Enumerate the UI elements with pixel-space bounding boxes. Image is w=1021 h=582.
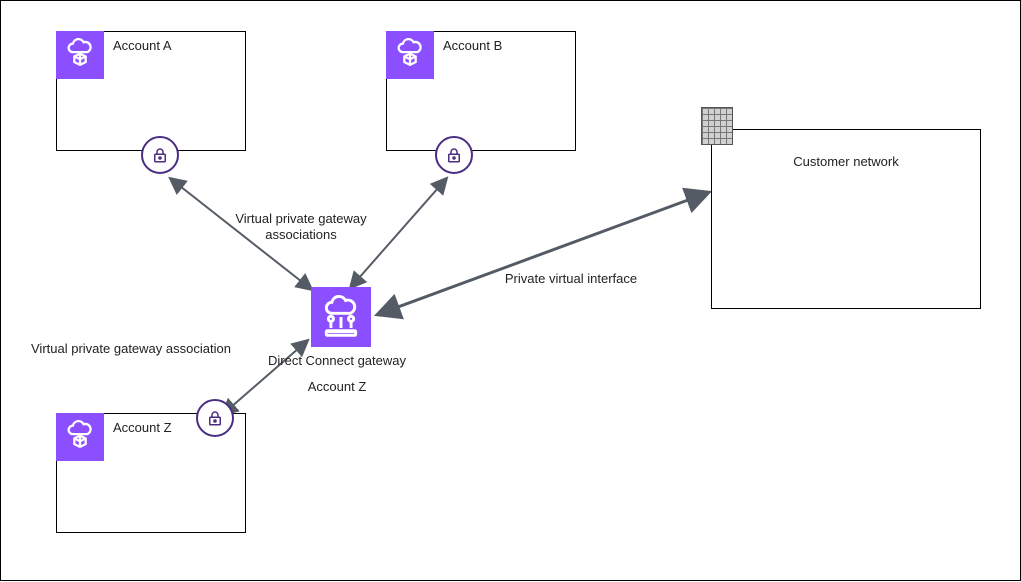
account-b-box: Account B [386,31,576,151]
customer-network-box: Customer network [711,129,981,309]
vgw-z-icon [196,399,234,437]
dcgw-owner: Account Z [277,379,397,395]
account-z-label: Account Z [113,420,172,435]
account-b-label: Account B [443,38,502,53]
label-pvi: Private virtual interface [481,271,661,287]
vgw-b-icon [435,136,473,174]
customer-network-label: Customer network [712,154,980,170]
account-a-label: Account A [113,38,172,53]
account-a-box: Account A [56,31,246,151]
dcgw-title: Direct Connect gateway [247,353,427,369]
building-icon [701,107,733,145]
label-vpg-association: Virtual private gateway association [31,341,241,357]
diagram-canvas: Account A Account B Account Z [0,0,1021,581]
vpc-icon [56,413,104,461]
vpc-icon [386,31,434,79]
vpc-icon [56,31,104,79]
vgw-a-icon [141,136,179,174]
direct-connect-gateway-icon [311,287,371,347]
label-vpg-associations: Virtual private gateway associations [216,211,386,244]
